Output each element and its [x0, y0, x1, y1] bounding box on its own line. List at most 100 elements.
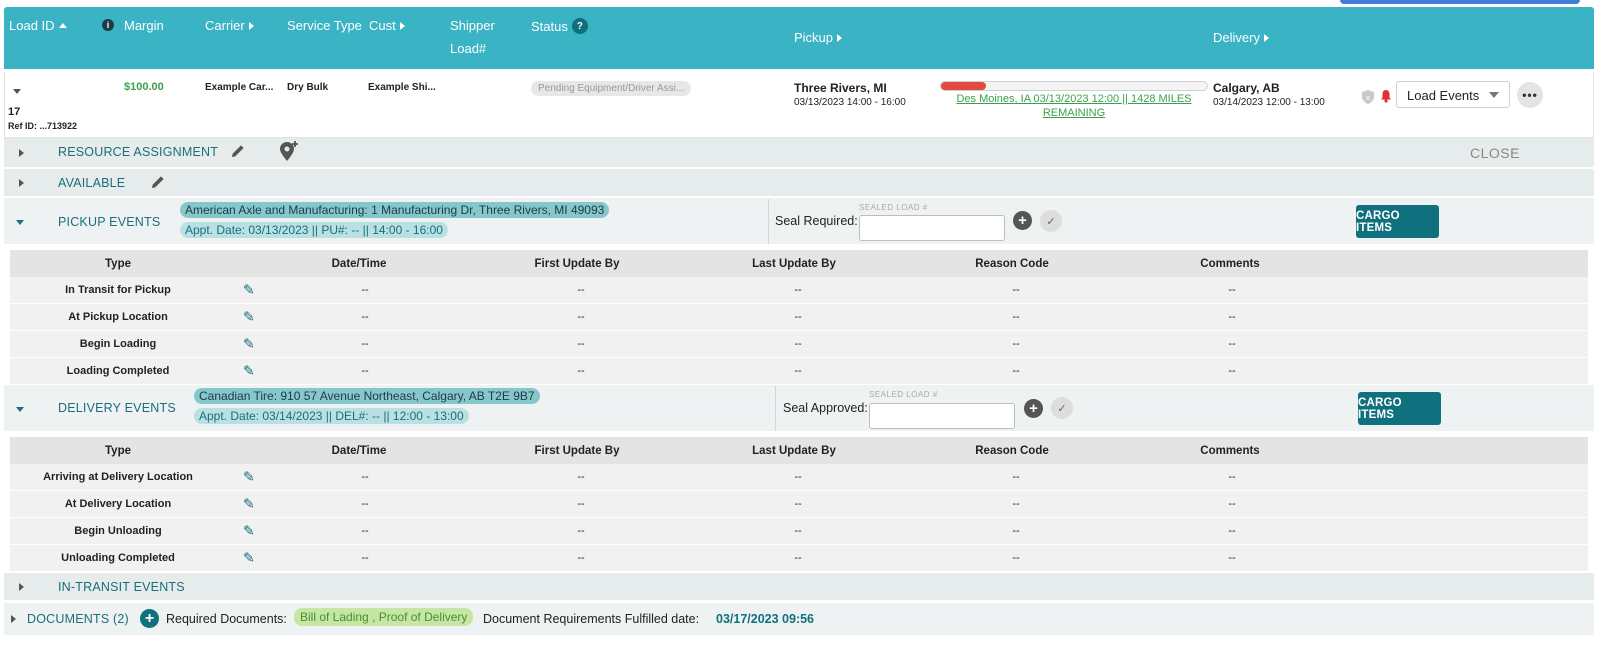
trip-progress-bar: [940, 81, 1208, 91]
delivery-appointment: Appt. Date: 03/14/2023 || DEL#: -- || 12…: [194, 408, 469, 424]
event-datetime: --: [361, 552, 369, 564]
margin-info-icon[interactable]: i: [102, 19, 114, 31]
reason-code: --: [1012, 552, 1020, 564]
cargo-items-button[interactable]: CARGO ITEMS: [1356, 205, 1439, 238]
edit-pencil-icon[interactable]: ✎: [243, 282, 255, 299]
sealed-load-input[interactable]: [859, 215, 1005, 241]
load-id-header[interactable]: Load ID: [9, 18, 67, 33]
last-update-by: --: [794, 498, 802, 510]
delivery-events-title[interactable]: DELIVERY EVENTS: [58, 401, 176, 415]
reason-code: --: [1012, 498, 1020, 510]
pickup-city: Three Rivers, MI: [794, 81, 887, 95]
cust-header[interactable]: Cust: [369, 18, 405, 33]
shipper-header: Shipper: [450, 18, 495, 33]
table-row: At Pickup Location ✎ -- -- -- -- --: [10, 304, 1588, 331]
event-type: Arriving at Delivery Location: [43, 471, 193, 483]
available-title[interactable]: AVAILABLE: [58, 176, 125, 190]
top-edge-accent: [1340, 0, 1580, 4]
event-datetime: --: [361, 311, 369, 323]
shipper-load-header: Load#: [450, 41, 487, 56]
reason-code: --: [1012, 338, 1020, 350]
load-id[interactable]: 17: [8, 106, 20, 118]
sealed-load-input[interactable]: [869, 403, 1015, 429]
carrier-value[interactable]: Example Car...: [205, 82, 273, 93]
more-options-button[interactable]: •••: [1517, 82, 1543, 108]
divider: [775, 386, 776, 431]
expand-icon[interactable]: [11, 615, 16, 623]
event-type: In Transit for Pickup: [65, 284, 171, 296]
last-update-by: --: [794, 525, 802, 537]
required-documents-label: Required Documents:: [166, 612, 287, 626]
first-update-by: --: [577, 498, 585, 510]
edit-pencil-icon[interactable]: ✎: [243, 550, 255, 567]
edit-pencil-icon[interactable]: [150, 174, 166, 193]
cargo-items-button[interactable]: CARGO ITEMS: [1358, 392, 1441, 425]
expand-icon[interactable]: [19, 583, 24, 591]
last-update-by: --: [794, 365, 802, 377]
documents-title[interactable]: DOCUMENTS (2): [27, 612, 129, 626]
resource-assignment-title[interactable]: RESOURCE ASSIGNMENT: [58, 145, 218, 159]
divider: [768, 199, 769, 244]
fulfilled-date-value: 03/17/2023 09:56: [716, 612, 815, 626]
pickup-table-body: In Transit for Pickup ✎ -- -- -- -- -- At Picku…: [10, 277, 1588, 385]
comments: --: [1228, 338, 1236, 350]
edit-pencil-icon[interactable]: [230, 143, 246, 162]
add-circle-icon[interactable]: +: [1024, 399, 1043, 418]
pickup-header[interactable]: Pickup: [794, 30, 843, 45]
pickup-events-title[interactable]: PICKUP EVENTS: [58, 215, 160, 229]
collapse-icon[interactable]: [16, 220, 24, 225]
check-icon[interactable]: ✓: [1051, 397, 1073, 419]
sort-icon: [1263, 33, 1269, 42]
seal-approved-label: Seal Approved:: [783, 401, 868, 415]
collapse-icon[interactable]: [16, 407, 24, 412]
load-events-select[interactable]: Load Events: [1396, 81, 1510, 108]
available-bar[interactable]: [4, 169, 1594, 197]
reason-code: --: [1012, 311, 1020, 323]
reason-code: --: [1012, 284, 1020, 296]
service-type-value: Dry Bulk: [287, 82, 329, 93]
sort-icon: [837, 33, 843, 42]
expand-icon[interactable]: [19, 179, 24, 187]
pickup-events-table: Type Date/Time First Update By Last Upda…: [10, 250, 1588, 385]
check-icon[interactable]: ✓: [1040, 210, 1062, 232]
edit-pencil-icon[interactable]: ✎: [243, 496, 255, 513]
edit-pencil-icon[interactable]: ✎: [243, 309, 255, 326]
cust-value[interactable]: Example Shi...: [368, 82, 436, 93]
comments: --: [1228, 498, 1236, 510]
in-transit-events-title[interactable]: IN-TRANSIT EVENTS: [58, 580, 185, 594]
carrier-header[interactable]: Carrier: [205, 18, 254, 33]
collapse-icon[interactable]: [13, 89, 21, 94]
shield-icon[interactable]: x: [1362, 90, 1374, 107]
pickup-appointment: Appt. Date: 03/13/2023 || PU#: -- || 14:…: [180, 222, 448, 238]
event-datetime: --: [361, 338, 369, 350]
reason-code: --: [1012, 471, 1020, 483]
event-type: At Delivery Location: [64, 498, 172, 510]
in-transit-events-bar[interactable]: [4, 573, 1594, 601]
margin-value: $100.00: [124, 81, 164, 93]
first-update-by: --: [577, 284, 585, 296]
status-badge: Pending Equipment/Driver Assi...: [531, 80, 692, 96]
last-update-by: --: [794, 311, 802, 323]
close-button[interactable]: CLOSE: [1470, 145, 1520, 161]
event-type: Begin Loading: [79, 338, 157, 350]
current-location-link[interactable]: Des Moines, IA 03/13/2023 12:00 || 1428 …: [940, 92, 1208, 120]
sort-asc-icon: [58, 23, 67, 28]
help-icon[interactable]: ?: [571, 18, 588, 34]
bell-icon[interactable]: [1380, 89, 1392, 106]
edit-pencil-icon[interactable]: ✎: [243, 523, 255, 540]
add-document-icon[interactable]: +: [140, 609, 159, 628]
event-datetime: --: [361, 365, 369, 377]
add-location-icon[interactable]: [278, 140, 300, 165]
reason-code: --: [1012, 525, 1020, 537]
ref-id: Ref ID: ...713922: [8, 121, 78, 131]
edit-pencil-icon[interactable]: ✎: [243, 469, 255, 486]
add-circle-icon[interactable]: +: [1013, 211, 1032, 230]
comments: --: [1228, 284, 1236, 296]
comments: --: [1228, 365, 1236, 377]
expand-icon[interactable]: [19, 149, 24, 157]
first-update-by: --: [577, 311, 585, 323]
edit-pencil-icon[interactable]: ✎: [243, 336, 255, 353]
edit-pencil-icon[interactable]: ✎: [243, 363, 255, 380]
table-row: Arriving at Delivery Location ✎ -- -- -- -- --: [10, 464, 1588, 491]
delivery-header[interactable]: Delivery: [1213, 30, 1269, 45]
